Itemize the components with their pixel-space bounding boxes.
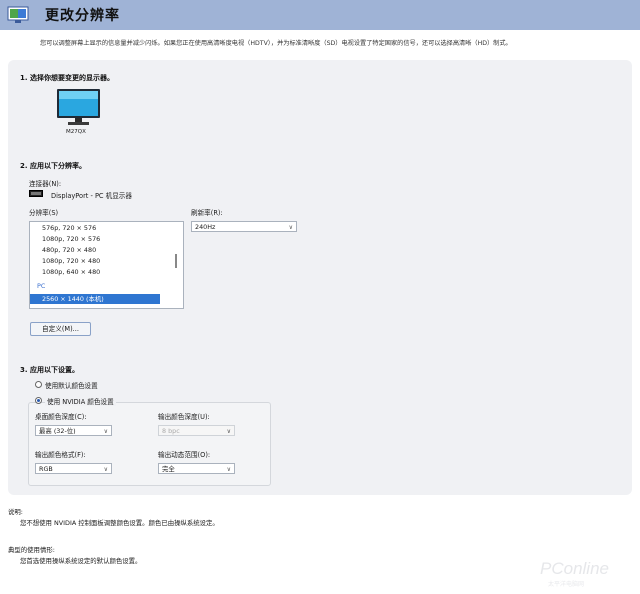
output-depth-label: 输出颜色深度(U): [158,413,210,421]
output-depth-select[interactable]: 8 bpc ∨ [158,425,235,436]
radio-default-label: 使用默认颜色设置 [45,382,98,390]
output-format-value: RGB [39,465,53,473]
display-settings-icon [7,6,29,23]
radio-nvidia-colors[interactable] [35,397,42,404]
desktop-depth-value: 最高 (32-位) [39,427,76,435]
resolution-item[interactable]: 480p, 720 × 480 [42,246,96,254]
resolution-group-pc: PC [37,282,46,290]
connector-value: DisplayPort - PC 机显示器 [51,192,132,200]
output-depth-value: 8 bpc [162,427,180,435]
typical-title: 典型的使用情形: [8,546,55,554]
watermark-logo: PConline [540,559,609,578]
radio-default-colors[interactable] [35,381,42,388]
title-bar: 更改分辨率 [0,0,640,30]
section1-heading: 1. 选择你想要变更的显示器。 [20,74,114,82]
chevron-down-icon: ∨ [226,466,231,473]
explain-title: 说明: [8,508,23,516]
chevron-down-icon: ∨ [226,428,231,435]
refresh-rate-value: 240Hz [195,223,216,231]
monitor-icon[interactable] [56,88,101,126]
output-format-select[interactable]: RGB ∨ [35,463,112,474]
resolution-item[interactable]: 1080p, 720 × 576 [42,235,100,243]
chevron-down-icon: ∨ [288,224,293,231]
dynamic-range-select[interactable]: 完全 ∨ [158,463,235,474]
displayport-icon [29,190,43,197]
resolution-item[interactable]: 576p, 720 × 576 [42,224,96,232]
output-format-label: 输出颜色格式(F): [35,451,86,459]
refresh-rate-label: 刷新率(R): [191,209,223,217]
section2-heading: 2. 应用以下分辨率。 [20,162,86,170]
watermark-subtitle: 太平洋电脑网 [548,581,585,588]
page-description: 您可以调整屏幕上显示的信息量并减少闪烁。如果您正在使用高清晰度电视（HDTV），… [40,40,512,47]
dynamic-range-value: 完全 [162,465,175,473]
radio-nvidia-label: 使用 NVIDIA 颜色设置 [45,396,116,406]
typical-text: 您首选使用操纵系统设定的默认颜色设置。 [20,557,142,565]
dynamic-range-label: 输出动态范围(O): [158,451,211,459]
resolution-item[interactable]: 1080p, 720 × 480 [42,257,100,265]
desktop-depth-label: 桌面颜色深度(C): [35,413,87,421]
explain-text: 您不想使用 NVIDIA 控制面板调整颜色设置。颜色已由操纵系统设定。 [20,519,219,527]
resolution-item-selected[interactable]: 2560 × 1440 (本机) [30,294,160,304]
resolution-item[interactable]: 1080p, 640 × 480 [42,268,100,276]
refresh-rate-select[interactable]: 240Hz ∨ [191,221,297,232]
connector-label: 连接器(N): [29,180,62,188]
monitor-label: M27QX [66,129,86,135]
section3-heading: 3. 应用以下设置。 [20,366,79,374]
chevron-down-icon: ∨ [103,428,108,435]
listbox-scrollbar[interactable] [175,254,177,268]
desktop-depth-select[interactable]: 最高 (32-位) ∨ [35,425,112,436]
chevron-down-icon: ∨ [103,466,108,473]
resolution-label: 分辨率(S) [29,209,59,217]
custom-resolution-button[interactable]: 自定义(M)... [30,322,91,336]
page-title: 更改分辨率 [45,8,120,24]
